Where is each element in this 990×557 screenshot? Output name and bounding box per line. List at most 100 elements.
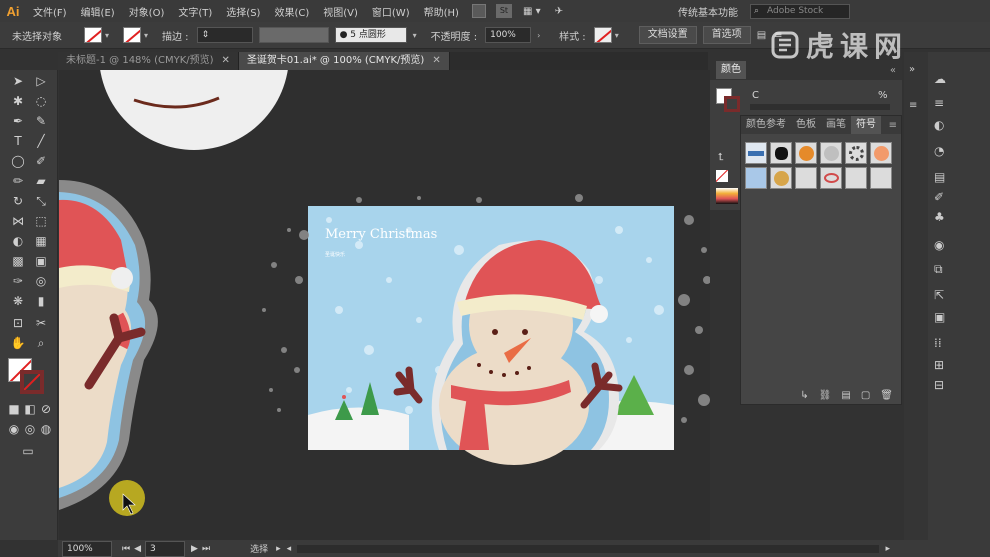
eyedropper-tool-icon[interactable]: ✑	[8, 272, 28, 290]
tab-symbols[interactable]: 符号	[851, 116, 881, 134]
brushes-icon[interactable]: ✐	[934, 190, 944, 204]
blend-tool-icon[interactable]: ◎	[31, 272, 51, 290]
break-link-icon[interactable]: ⛓	[819, 390, 832, 401]
first-artboard-icon[interactable]: ⏮	[122, 544, 130, 554]
place-symbol-icon[interactable]: ↳	[800, 390, 808, 401]
symbol-red-swirl[interactable]	[820, 167, 842, 189]
chevron-down-icon[interactable]: ▾	[615, 31, 625, 40]
symbol-blank[interactable]	[845, 167, 867, 189]
chevron-down-icon[interactable]: ▾	[413, 31, 423, 40]
symbols-icon[interactable]: ♣	[934, 210, 945, 224]
symbol-gold-ball[interactable]	[770, 167, 792, 189]
paintbrush-tool-icon[interactable]: ✐	[31, 152, 51, 170]
menu-edit[interactable]: 编辑(E)	[74, 4, 122, 19]
mesh-tool-icon[interactable]: ▩	[8, 252, 28, 270]
menu-effect[interactable]: 效果(C)	[267, 4, 316, 19]
symbol-ring[interactable]	[845, 142, 867, 164]
stock-icon[interactable]: St	[495, 4, 512, 18]
chevron-down-icon[interactable]: ▾	[144, 31, 154, 40]
status-mode[interactable]: 选择	[250, 542, 268, 555]
bridge-icon[interactable]	[471, 4, 486, 18]
menu-select[interactable]: 选择(S)	[219, 4, 267, 19]
rotate-tool-icon[interactable]: ↻	[8, 192, 28, 210]
color-panel-tab[interactable]: 颜色	[716, 61, 746, 79]
color-spectrum-bar[interactable]	[716, 188, 738, 204]
eraser-tool-icon[interactable]: ▰	[31, 172, 51, 190]
menu-file[interactable]: 文件(F)	[26, 4, 74, 19]
menu-view[interactable]: 视图(V)	[316, 4, 365, 19]
artboard-tool-icon[interactable]: ⊡	[8, 314, 28, 332]
close-icon[interactable]: ✕	[222, 55, 230, 66]
scroll-left-icon[interactable]: ◂	[287, 544, 292, 554]
zoom-select[interactable]: 100%	[62, 540, 112, 557]
scroll-right-icon[interactable]: ▸	[885, 544, 890, 554]
opacity-input[interactable]: 100%	[485, 27, 532, 43]
tab-untitled[interactable]: 未标题-1 @ 148% (CMYK/预览) ✕	[58, 52, 239, 70]
fill-swatch[interactable]	[84, 27, 102, 43]
shaper-tool-icon[interactable]: ✏	[8, 172, 28, 190]
transform-icon[interactable]: ⊟	[934, 378, 944, 392]
curvature-tool-icon[interactable]: ✎	[31, 112, 51, 130]
tab-color-guide[interactable]: 颜色参考	[741, 116, 791, 134]
status-arrow-icon[interactable]: ▸	[276, 544, 281, 554]
magic-wand-tool-icon[interactable]: ✱	[8, 92, 28, 110]
draw-inside-icon[interactable]: ◍	[36, 420, 56, 438]
none-mode-icon[interactable]: ⊘	[36, 400, 56, 418]
symbol-sprayer-tool-icon[interactable]: ❋	[8, 292, 28, 310]
panel-menu-icon[interactable]: ≡	[909, 100, 917, 111]
width-tool-icon[interactable]: ⋈	[8, 212, 28, 230]
opacity-label[interactable]: 不透明度 :	[431, 28, 478, 43]
menu-type[interactable]: 文字(T)	[171, 4, 219, 19]
properties-icon[interactable]: ≡	[934, 96, 944, 110]
screen-mode-icon[interactable]: ▭	[18, 442, 38, 460]
menu-object[interactable]: 对象(O)	[122, 4, 172, 19]
perspective-grid-tool-icon[interactable]: ▦	[31, 232, 51, 250]
new-symbol-icon[interactable]: ▢	[861, 390, 870, 401]
chevron-down-icon[interactable]: ▾	[105, 31, 115, 40]
expand-panels-icon[interactable]: »	[909, 64, 915, 75]
line-tool-icon[interactable]: ╱	[31, 132, 51, 150]
color-slider[interactable]	[750, 104, 890, 110]
libraries-icon[interactable]: ☁	[934, 72, 946, 86]
chevron-right-icon[interactable]: ›	[537, 31, 547, 40]
stroke-indicator[interactable]	[20, 370, 44, 394]
stroke-swatch[interactable]	[123, 27, 141, 43]
direct-selection-tool-icon[interactable]: ▷	[31, 72, 51, 90]
tab-swatches[interactable]: 色板	[791, 116, 821, 134]
align-icon[interactable]: ⁞⁞	[934, 336, 942, 350]
stroke-weight-field[interactable]: ⇕	[196, 27, 253, 43]
column-graph-tool-icon[interactable]: ▮	[31, 292, 51, 310]
scale-tool-icon[interactable]: ⤡	[31, 192, 51, 210]
symbol-sky-tile[interactable]	[745, 167, 767, 189]
preferences-button[interactable]: 首选项	[702, 26, 751, 44]
hand-tool-icon[interactable]: ✋	[8, 334, 28, 352]
align-icon[interactable]: ▤	[757, 30, 766, 41]
graphic-styles-icon[interactable]: ◉	[934, 238, 944, 252]
symbol-ink-splat[interactable]	[770, 142, 792, 164]
symbol-gray-sphere[interactable]	[820, 142, 842, 164]
symbol-blue-banner[interactable]	[745, 142, 767, 164]
export-icon[interactable]: ⇱	[934, 288, 944, 302]
menu-window[interactable]: 窗口(W)	[365, 4, 417, 19]
graphic-style-swatch[interactable]	[593, 27, 612, 43]
document-setup-button[interactable]: 文档设置	[638, 26, 697, 44]
stock-search-input[interactable]: ⌕ Adobe Stock	[750, 3, 850, 19]
pathfinder-icon[interactable]: ⊞	[934, 358, 944, 372]
last-artboard-icon[interactable]: ⏭	[202, 544, 210, 554]
ellipse-tool-icon[interactable]: ◯	[8, 152, 28, 170]
symbol-white[interactable]	[870, 167, 892, 189]
symbol-flower[interactable]	[870, 142, 892, 164]
horizontal-scrollbar[interactable]	[297, 544, 880, 553]
delete-symbol-icon[interactable]: 🗑	[880, 390, 893, 401]
variable-width-profile[interactable]	[258, 27, 329, 43]
lasso-tool-icon[interactable]: ◌	[31, 92, 51, 110]
zoom-tool-icon[interactable]: ⌕	[31, 334, 51, 352]
up-arrow-icon[interactable]: ⮤	[718, 152, 724, 163]
close-icon[interactable]: ✕	[432, 55, 440, 66]
symbol-dots[interactable]	[795, 167, 817, 189]
symbol-orange-ball[interactable]	[795, 142, 817, 164]
swatches-icon[interactable]: ▤	[934, 170, 945, 184]
artboard-number[interactable]: 3	[145, 540, 186, 557]
gpu-performance-icon[interactable]: ✈	[548, 6, 570, 17]
arrange-documents-icon[interactable]: ▦ ▾	[516, 6, 548, 17]
